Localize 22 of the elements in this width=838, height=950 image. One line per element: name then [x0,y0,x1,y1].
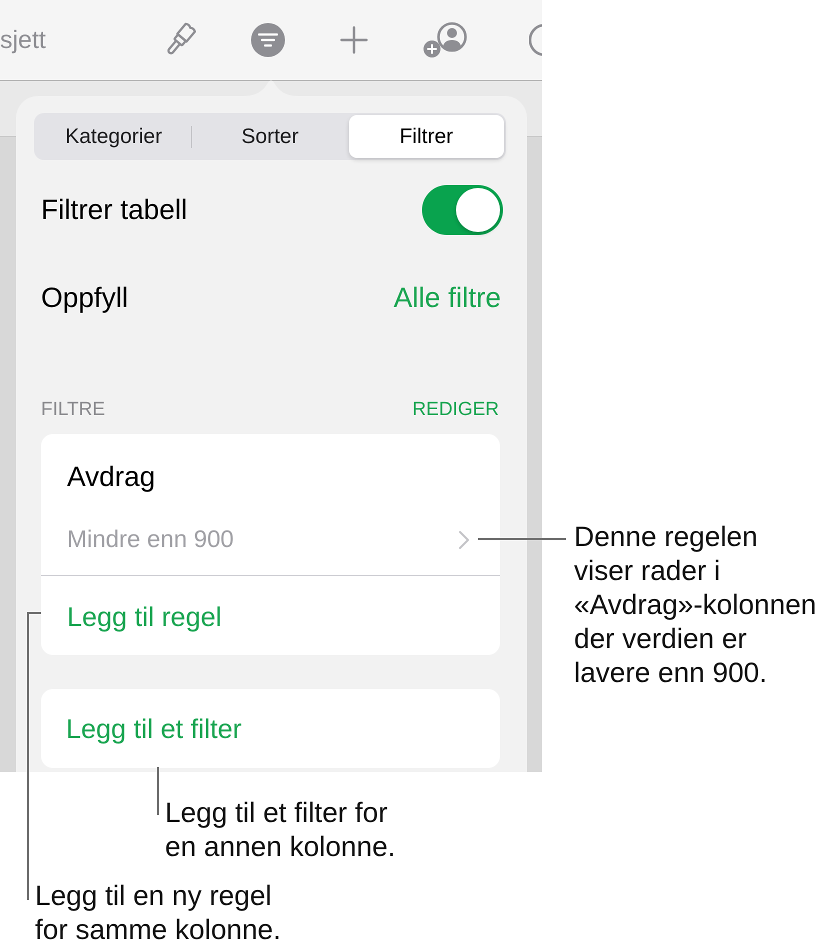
plus-icon[interactable] [340,26,368,54]
row-label: Oppfyll [41,281,128,315]
segment-tab[interactable]: Kategorier [36,115,192,158]
add-rule-button[interactable]: Legg til regel [67,601,222,633]
segment-tab[interactable]: Sorter [192,115,348,158]
callout-text: Denne regelen viser rader i «Avdrag»-kolonnen der verdien er lavere enn 900. [574,520,816,690]
rule-row[interactable]: Mindre enn 900 [41,525,500,555]
filter-column-label: Avdrag [67,461,156,492]
match-selector[interactable]: Alle filtre [394,281,501,315]
toolbar-label: sjett [0,25,46,55]
callout-text: Legg til et filter for en annen kolonne. [165,796,396,864]
chevron-right-icon [458,530,470,550]
section-header: FILTRE [41,398,106,422]
add-person-icon[interactable] [423,22,467,58]
add-filter-button[interactable]: Legg til et filter [41,689,500,768]
row-label: Filtrer tabell [41,193,188,227]
leader-line [157,767,159,815]
callout-text: Legg til en ny regel for samme kolonne. [35,879,281,947]
filter-icon[interactable] [251,23,285,57]
segment-tab[interactable]: Filtrer [348,115,504,158]
edit-button[interactable]: REDIGER [412,398,499,422]
toggle-switch[interactable] [422,185,503,235]
